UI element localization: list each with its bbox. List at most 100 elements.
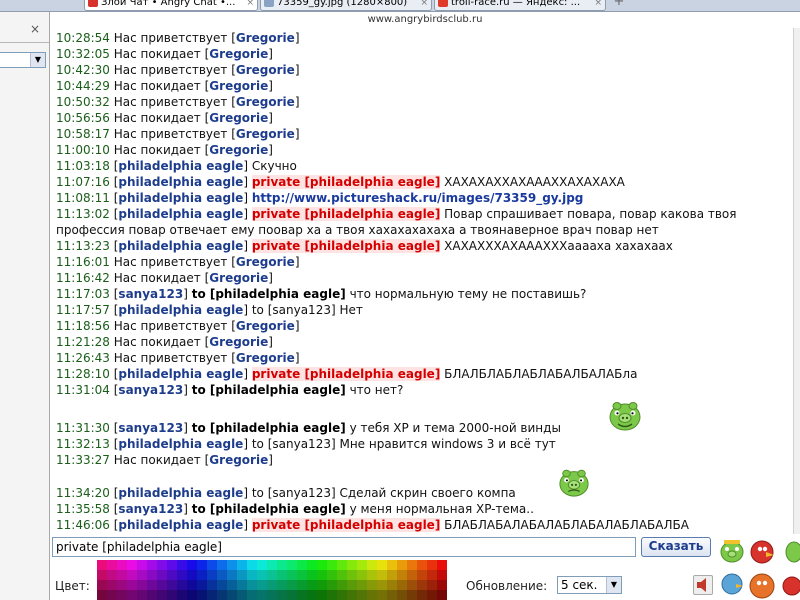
- color-swatch[interactable]: [287, 560, 297, 570]
- nick-link[interactable]: philadelphia eagle: [118, 239, 243, 253]
- color-swatch[interactable]: [257, 590, 267, 600]
- update-interval-select[interactable]: 5 сек. ▼: [557, 576, 622, 594]
- tab-yandex[interactable]: troll-race.ru — Яндекс: ... ×: [434, 0, 606, 11]
- color-swatch[interactable]: [107, 570, 117, 580]
- nick-link[interactable]: Gregorie: [209, 79, 268, 93]
- color-swatch[interactable]: [227, 590, 237, 600]
- color-swatch[interactable]: [357, 590, 367, 600]
- color-swatch[interactable]: [217, 590, 227, 600]
- color-swatch[interactable]: [437, 570, 447, 580]
- color-swatch[interactable]: [97, 580, 107, 590]
- nick-link[interactable]: sanya123: [118, 383, 183, 397]
- color-swatch[interactable]: [117, 560, 127, 570]
- nick-link[interactable]: philadelphia eagle: [118, 159, 243, 173]
- tab-angry-chat[interactable]: Злой Чат • Angry Chat •... ×: [84, 0, 258, 11]
- color-swatch[interactable]: [187, 570, 197, 580]
- color-swatch[interactable]: [287, 590, 297, 600]
- color-swatch[interactable]: [217, 560, 227, 570]
- color-swatch[interactable]: [267, 570, 277, 580]
- color-swatch[interactable]: [427, 560, 437, 570]
- color-swatch[interactable]: [247, 580, 257, 590]
- color-swatch[interactable]: [397, 570, 407, 580]
- addressee[interactable]: to [sanya123]: [252, 303, 336, 317]
- color-swatch[interactable]: [207, 560, 217, 570]
- color-swatch[interactable]: [407, 590, 417, 600]
- color-swatch[interactable]: [257, 560, 267, 570]
- color-swatch[interactable]: [97, 570, 107, 580]
- color-swatch[interactable]: [327, 570, 337, 580]
- color-swatch[interactable]: [157, 570, 167, 580]
- color-swatch[interactable]: [157, 590, 167, 600]
- nick-link[interactable]: philadelphia eagle: [118, 367, 243, 381]
- color-swatch[interactable]: [437, 580, 447, 590]
- color-swatch[interactable]: [127, 560, 137, 570]
- chat-scrollbar[interactable]: [793, 28, 800, 534]
- nick-link[interactable]: Gregorie: [236, 351, 295, 365]
- color-swatch[interactable]: [357, 560, 367, 570]
- color-swatch[interactable]: [207, 580, 217, 590]
- color-swatch[interactable]: [237, 570, 247, 580]
- color-swatch[interactable]: [287, 570, 297, 580]
- color-swatch[interactable]: [297, 560, 307, 570]
- color-swatch[interactable]: [417, 560, 427, 570]
- color-swatch[interactable]: [147, 590, 157, 600]
- nick-link[interactable]: sanya123: [118, 287, 183, 301]
- color-swatch[interactable]: [137, 590, 147, 600]
- color-swatch[interactable]: [407, 570, 417, 580]
- color-swatch[interactable]: [357, 570, 367, 580]
- sound-toggle-button[interactable]: [693, 575, 713, 595]
- color-swatch[interactable]: [277, 580, 287, 590]
- color-swatch[interactable]: [427, 570, 437, 580]
- nick-link[interactable]: Gregorie: [236, 255, 295, 269]
- color-swatch[interactable]: [437, 560, 447, 570]
- nick-link[interactable]: philadelphia eagle: [118, 518, 243, 532]
- nick-link[interactable]: Gregorie: [236, 319, 295, 333]
- color-swatch[interactable]: [127, 590, 137, 600]
- panel-select[interactable]: ▼: [0, 52, 46, 68]
- nick-link[interactable]: philadelphia eagle: [118, 175, 243, 189]
- nick-link[interactable]: Gregorie: [209, 271, 268, 285]
- close-tab-icon[interactable]: ×: [420, 0, 428, 9]
- color-swatch[interactable]: [237, 560, 247, 570]
- color-swatch[interactable]: [137, 560, 147, 570]
- color-swatch[interactable]: [387, 580, 397, 590]
- color-swatch[interactable]: [227, 580, 237, 590]
- color-swatch[interactable]: [267, 580, 277, 590]
- nick-link[interactable]: Gregorie: [209, 111, 268, 125]
- color-swatch[interactable]: [427, 590, 437, 600]
- color-swatch[interactable]: [227, 560, 237, 570]
- color-swatch[interactable]: [297, 590, 307, 600]
- color-swatch[interactable]: [207, 590, 217, 600]
- nick-link[interactable]: philadelphia eagle: [118, 207, 243, 221]
- color-swatch[interactable]: [387, 590, 397, 600]
- color-swatch[interactable]: [247, 560, 257, 570]
- color-swatch[interactable]: [317, 570, 327, 580]
- color-swatch[interactable]: [127, 570, 137, 580]
- color-swatch[interactable]: [407, 560, 417, 570]
- color-swatch[interactable]: [397, 560, 407, 570]
- nick-link[interactable]: Gregorie: [209, 47, 268, 61]
- color-swatch[interactable]: [387, 560, 397, 570]
- close-icon[interactable]: ×: [28, 22, 42, 36]
- color-swatch[interactable]: [347, 560, 357, 570]
- color-swatch[interactable]: [167, 590, 177, 600]
- color-swatch[interactable]: [137, 580, 147, 590]
- color-swatch[interactable]: [307, 580, 317, 590]
- color-swatch[interactable]: [377, 560, 387, 570]
- color-swatch[interactable]: [327, 580, 337, 590]
- color-swatch[interactable]: [347, 570, 357, 580]
- nick-link[interactable]: sanya123: [118, 502, 183, 516]
- nick-link[interactable]: Gregorie: [209, 453, 268, 467]
- color-swatch[interactable]: [397, 580, 407, 590]
- color-swatch[interactable]: [297, 570, 307, 580]
- color-swatch[interactable]: [337, 580, 347, 590]
- color-swatch[interactable]: [187, 560, 197, 570]
- color-swatch[interactable]: [347, 580, 357, 590]
- color-swatch[interactable]: [197, 570, 207, 580]
- color-swatch[interactable]: [97, 590, 107, 600]
- color-swatch[interactable]: [167, 580, 177, 590]
- chevron-down-icon[interactable]: ▼: [30, 53, 45, 67]
- color-swatch[interactable]: [117, 580, 127, 590]
- color-swatch[interactable]: [217, 580, 227, 590]
- color-swatch[interactable]: [277, 570, 287, 580]
